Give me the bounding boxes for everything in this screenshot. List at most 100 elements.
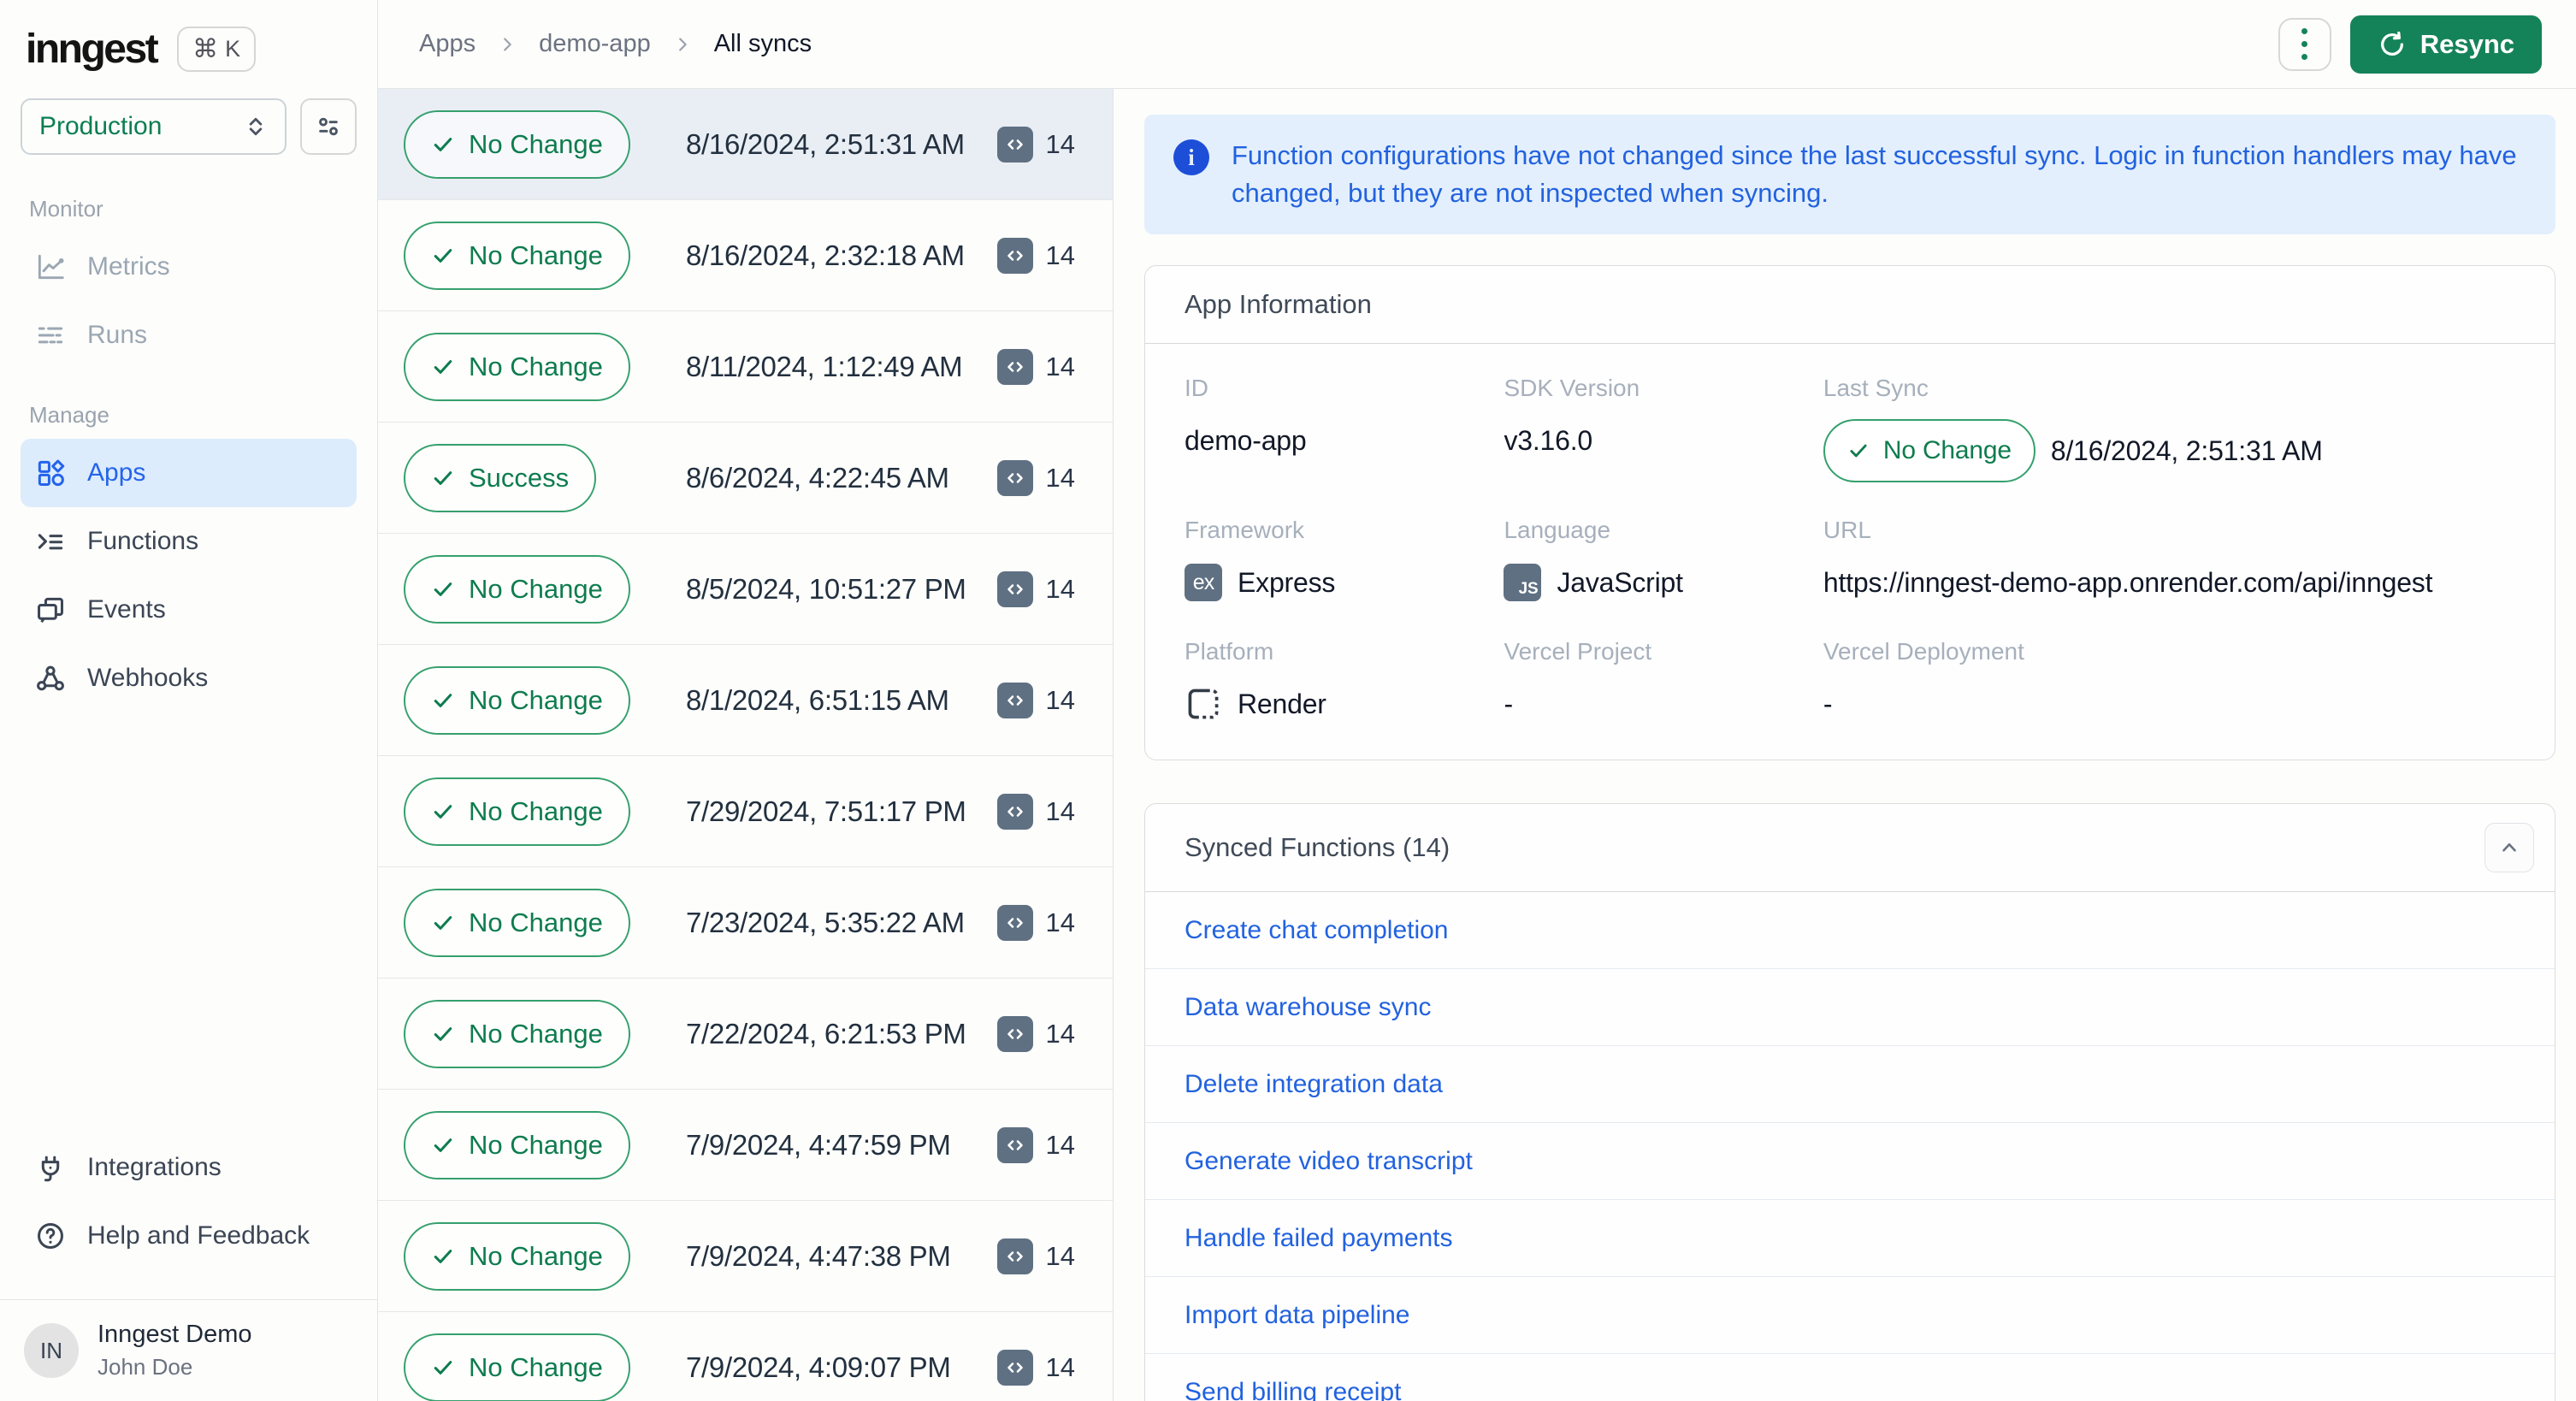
sync-count-group: 14 (996, 793, 1075, 830)
sidebar-item-runs[interactable]: Runs (21, 301, 357, 369)
code-icon (996, 904, 1033, 941)
sync-status-badge-label: No Change (469, 239, 603, 270)
sync-timestamp: 8/11/2024, 1:12:49 AM (686, 350, 963, 382)
check-icon (434, 1138, 452, 1152)
synced-function-link[interactable]: Send billing receipt (1185, 1378, 1402, 1401)
field-framework: Framework ex Express (1185, 517, 1504, 604)
field-value: - (1504, 688, 1513, 719)
sync-status-badge: No Change (404, 888, 630, 957)
sync-row[interactable]: No Change 7/22/2024, 6:21:53 PM 14 (378, 978, 1113, 1090)
sidebar-item-label: Events (87, 595, 166, 624)
sync-function-count: 14 (1045, 351, 1075, 381)
synced-function-link[interactable]: Create chat completion (1185, 916, 1449, 945)
field-value: Render (1238, 688, 1326, 719)
sync-row[interactable]: No Change 7/9/2024, 4:47:38 PM 14 (378, 1201, 1113, 1312)
sync-function-count: 14 (1045, 1018, 1075, 1049)
sync-status-badge-label: No Change (469, 128, 603, 159)
chevron-up-down-icon (244, 115, 268, 139)
collapse-button[interactable] (2484, 823, 2534, 873)
chevron-up-icon (2502, 842, 2516, 852)
sidebar-item-functions[interactable]: Functions (21, 507, 357, 576)
sidebar-item-label: Runs (87, 321, 148, 349)
sync-status-badge-label: No Change (469, 1351, 603, 1382)
sidebar-item-metrics[interactable]: Metrics (21, 233, 357, 301)
field-language: Language JS JavaScript (1504, 517, 1823, 604)
synced-function-link[interactable]: Data warehouse sync (1185, 993, 1432, 1022)
info-banner-text: Function configurations have not changed… (1232, 140, 2517, 209)
sidebar-item-events[interactable]: Events (21, 576, 357, 644)
sync-row[interactable]: No Change 7/29/2024, 7:51:17 PM 14 (378, 756, 1113, 867)
shortcut-key-label: K (225, 36, 241, 62)
sidebar-item-apps[interactable]: Apps (21, 439, 357, 507)
plug-icon (34, 1151, 67, 1184)
code-icon (996, 1126, 1033, 1163)
check-icon (434, 1026, 452, 1041)
sync-row[interactable]: No Change 7/9/2024, 4:09:07 PM 14 (378, 1312, 1113, 1401)
section-label-monitor: Monitor (29, 196, 103, 222)
sync-list: No Change 8/16/2024, 2:51:31 AM 14 No Ch… (378, 89, 1114, 1401)
sidebar-item-help-feedback[interactable]: Help and Feedback (21, 1202, 357, 1270)
sync-status-badge-label: Success (469, 462, 570, 493)
sidebar-item-webhooks[interactable]: Webhooks (21, 644, 357, 712)
refresh-icon (2378, 30, 2407, 59)
field-value: - (1823, 688, 1833, 719)
synced-function-link[interactable]: Delete integration data (1185, 1070, 1443, 1099)
sync-status-badge: No Change (404, 777, 630, 846)
events-stack-icon (34, 594, 67, 626)
sync-status-badge: No Change (404, 332, 630, 401)
sync-status-badge-label: No Change (469, 573, 603, 604)
user-org: Inngest Demo (97, 1321, 252, 1348)
more-actions-button[interactable] (2278, 17, 2331, 71)
sync-timestamp: 8/16/2024, 2:32:18 AM (686, 239, 965, 271)
check-icon (1850, 444, 1867, 458)
synced-function-row: Import data pipeline (1145, 1277, 2555, 1355)
environment-settings-button[interactable] (300, 98, 357, 155)
field-value: v3.16.0 (1504, 424, 1593, 456)
sync-row[interactable]: Success 8/6/2024, 4:22:45 AM 14 (378, 423, 1113, 534)
sync-row[interactable]: No Change 8/1/2024, 6:51:15 AM 14 (378, 645, 1113, 756)
sync-row[interactable]: No Change 8/16/2024, 2:51:31 AM 14 (378, 89, 1113, 200)
field-label: URL (1823, 517, 1871, 544)
synced-function-link[interactable]: Generate video transcript (1185, 1147, 1473, 1176)
sidebar-item-label: Integrations (87, 1153, 222, 1181)
sidebar-item-integrations[interactable]: Integrations (21, 1133, 357, 1202)
sync-row[interactable]: No Change 7/23/2024, 5:35:22 AM 14 (378, 867, 1113, 978)
sync-row[interactable]: No Change 8/16/2024, 2:32:18 AM 14 (378, 200, 1113, 311)
sync-count-group: 14 (996, 1015, 1075, 1052)
chevron-right-icon (673, 35, 692, 54)
command-k-shortcut[interactable]: ⌘ K (177, 27, 257, 72)
sync-row[interactable]: No Change 7/9/2024, 4:47:59 PM 14 (378, 1090, 1113, 1201)
breadcrumb-all-syncs: All syncs (713, 30, 812, 57)
synced-function-link[interactable]: Handle failed payments (1185, 1224, 1453, 1253)
user-menu[interactable]: IN Inngest Demo John Doe (0, 1299, 377, 1401)
breadcrumb-demo-app[interactable]: demo-app (539, 30, 651, 58)
sync-row[interactable]: No Change 8/5/2024, 10:51:27 PM 14 (378, 534, 1113, 645)
sync-status-badge-label: No Change (469, 351, 603, 381)
field-label: ID (1185, 375, 1208, 402)
kebab-dot (2301, 41, 2308, 47)
sync-timestamp: 8/16/2024, 2:51:31 AM (686, 127, 965, 160)
check-icon (434, 470, 452, 485)
breadcrumb-apps[interactable]: Apps (419, 30, 476, 58)
functions-list-icon (34, 525, 67, 558)
sync-function-count: 14 (1045, 1351, 1075, 1382)
app-information-title: App Information (1185, 289, 1372, 320)
resync-label: Resync (2419, 28, 2514, 59)
synced-function-row: Create chat completion (1145, 892, 2555, 970)
environment-select[interactable]: Production (21, 98, 287, 155)
sync-row[interactable]: No Change 8/11/2024, 1:12:49 AM 14 (378, 311, 1113, 423)
sync-status-badge: No Change (404, 1110, 630, 1179)
field-sdk-version: SDK Version v3.16.0 (1504, 375, 1823, 482)
synced-function-link[interactable]: Import data pipeline (1185, 1301, 1410, 1330)
sync-timestamp: 8/6/2024, 4:22:45 AM (686, 461, 949, 494)
check-icon (434, 248, 452, 263)
sidebar-footer: Integrations Help and Feedback (0, 1133, 377, 1282)
synced-function-row: Handle failed payments (1145, 1200, 2555, 1278)
express-icon: ex (1185, 564, 1222, 602)
code-icon (996, 1015, 1033, 1052)
user-name: John Doe (97, 1354, 193, 1380)
resync-button[interactable]: Resync (2349, 15, 2542, 74)
sync-count-group: 14 (996, 1349, 1075, 1386)
field-value: JavaScript (1557, 566, 1683, 598)
sliders-icon (315, 113, 342, 140)
